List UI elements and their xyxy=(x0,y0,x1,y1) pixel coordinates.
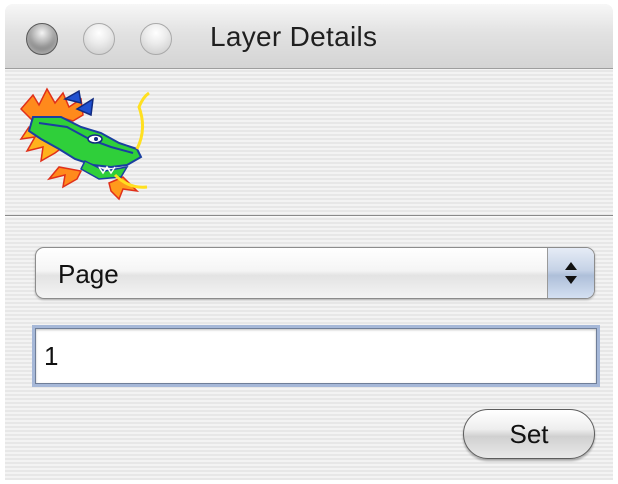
layer-type-selected-label: Page xyxy=(58,259,119,289)
title-bar[interactable]: Layer Details xyxy=(5,4,613,69)
panel-divider xyxy=(5,215,613,217)
layer-type-popup[interactable]: Page xyxy=(35,247,595,299)
close-window-button[interactable] xyxy=(26,23,58,55)
icon-panel xyxy=(5,69,613,215)
set-button[interactable]: Set xyxy=(463,409,595,459)
minimize-window-button[interactable] xyxy=(83,23,115,55)
layer-value-field[interactable] xyxy=(35,328,597,384)
layer-details-window: Layer Details Page 1 Set xyxy=(5,4,613,480)
dragon-icon xyxy=(19,87,150,201)
up-down-arrows-icon xyxy=(565,262,577,284)
popup-stepper-arrows[interactable] xyxy=(547,248,594,298)
window-title: Layer Details xyxy=(210,21,378,52)
zoom-window-button[interactable] xyxy=(140,23,172,55)
